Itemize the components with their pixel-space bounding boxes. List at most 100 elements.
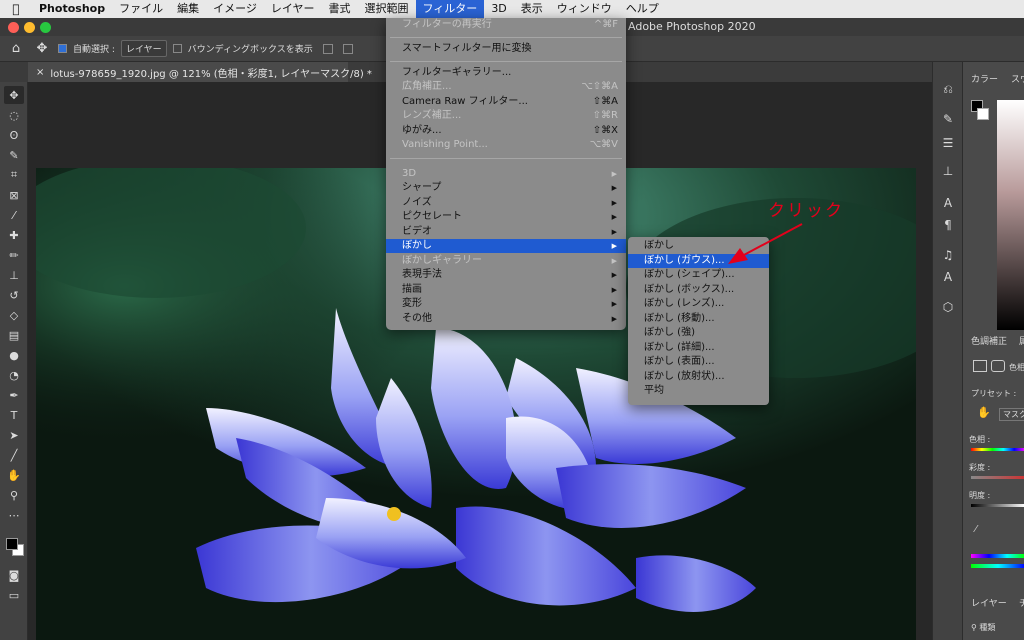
- frame-tool-icon[interactable]: ⊠: [4, 186, 24, 204]
- close-tab-icon[interactable]: ×: [36, 67, 44, 78]
- lasso-tool-icon[interactable]: ʘ: [4, 126, 24, 144]
- menu-item-render[interactable]: 描画 ▶: [386, 283, 626, 297]
- eraser-tool-icon[interactable]: ◇: [4, 306, 24, 324]
- dodge-tool-icon[interactable]: ◔: [4, 366, 24, 384]
- color-field[interactable]: [997, 100, 1024, 330]
- history-brush-tool-icon[interactable]: ↺: [4, 286, 24, 304]
- menu-item-3d[interactable]: 3D ▶: [386, 167, 626, 181]
- menu-item-video[interactable]: ビデオ ▶: [386, 225, 626, 239]
- move-tool-icon[interactable]: ✥: [4, 86, 24, 104]
- color-background-swatch[interactable]: [977, 108, 989, 120]
- menu-item-adaptive-wide-angle[interactable]: 広角補正... ⌥⇧⌘A: [386, 80, 626, 94]
- close-window-button[interactable]: [8, 22, 19, 33]
- submenu-item-lens-blur[interactable]: ぼかし (レンズ)...: [628, 297, 769, 311]
- submenu-item-motion-blur[interactable]: ぼかし (移動)...: [628, 312, 769, 326]
- submenu-item-smart-blur[interactable]: ぼかし (詳細)...: [628, 341, 769, 355]
- home-icon[interactable]: ⌂: [6, 40, 26, 58]
- tab-color[interactable]: カラー: [963, 70, 998, 90]
- menu-help[interactable]: ヘルプ: [619, 0, 666, 18]
- menu-item-blur-gallery[interactable]: ぼかしギャラリー ▶: [386, 254, 626, 268]
- saturation-slider[interactable]: [971, 476, 1024, 479]
- healing-brush-tool-icon[interactable]: ✚: [4, 226, 24, 244]
- align-left-icon[interactable]: [322, 43, 333, 54]
- pen-tool-icon[interactable]: ✒: [4, 386, 24, 404]
- menu-item-filter-gallery[interactable]: フィルターギャラリー...: [386, 66, 626, 80]
- submenu-item-surface-blur[interactable]: ぼかし (表面)...: [628, 355, 769, 369]
- brush-panel-icon[interactable]: ✎: [939, 110, 957, 128]
- quick-select-tool-icon[interactable]: ✎: [4, 146, 24, 164]
- eyedropper-icon[interactable]: ⁄: [975, 524, 977, 535]
- clone-stamp-tool-icon[interactable]: ⊥: [4, 266, 24, 284]
- mask-icon[interactable]: [991, 360, 1005, 372]
- foreground-color-swatch[interactable]: [6, 538, 18, 550]
- line-tool-icon[interactable]: ╱: [4, 446, 24, 464]
- type-tool-icon[interactable]: T: [4, 406, 24, 424]
- menu-item-sharpen[interactable]: シャープ ▶: [386, 181, 626, 195]
- submenu-item-average[interactable]: 平均: [628, 384, 769, 398]
- 3d-panel-icon[interactable]: ⬡: [939, 298, 957, 316]
- menu-item-last-filter[interactable]: フィルターの再実行 ^⌘F: [386, 18, 626, 32]
- menu-window[interactable]: ウィンドウ: [550, 0, 619, 18]
- char-styles-panel-icon[interactable]: A: [939, 268, 957, 286]
- menu-filter[interactable]: フィルター: [415, 0, 485, 18]
- menu-item-pixelate[interactable]: ピクセレート ▶: [386, 210, 626, 224]
- glyphs-panel-icon[interactable]: ♫: [939, 246, 957, 264]
- menu-select[interactable]: 選択範囲: [358, 0, 416, 18]
- tab-swatches[interactable]: スウ: [1003, 70, 1024, 90]
- layer-kind-filter[interactable]: ⚲ 種類: [971, 622, 995, 633]
- bounding-box-checkbox[interactable]: [172, 44, 182, 53]
- submenu-item-box-blur[interactable]: ぼかし (ボックス)...: [628, 283, 769, 297]
- hand-icon[interactable]: ✋: [977, 406, 991, 419]
- menu-type[interactable]: 書式: [322, 0, 358, 18]
- menu-app-name[interactable]: Photoshop: [32, 0, 112, 18]
- menu-edit[interactable]: 編集: [170, 0, 206, 18]
- adjustment-layer-icon[interactable]: [973, 360, 987, 372]
- menu-item-camera-raw[interactable]: Camera Raw フィルター... ⇧⌘A: [386, 95, 626, 109]
- document-tab[interactable]: × lotus-978659_1920.jpg @ 121% (色相・彩度1, …: [28, 62, 372, 82]
- menu-file[interactable]: ファイル: [112, 0, 170, 18]
- quick-mask-icon[interactable]: ◙: [4, 566, 24, 584]
- menu-item-other[interactable]: その他 ▶: [386, 312, 626, 326]
- menu-item-distort[interactable]: 変形 ▶: [386, 297, 626, 311]
- adjustments-panel-icon[interactable]: ☰: [939, 134, 957, 152]
- apple-icon[interactable]: : [0, 2, 32, 16]
- menu-item-vanishing-point[interactable]: Vanishing Point... ⌥⌘V: [386, 138, 626, 152]
- menu-item-smart-filter[interactable]: スマートフィルター用に変換: [386, 42, 626, 56]
- menu-layer[interactable]: レイヤー: [264, 0, 322, 18]
- minimize-window-button[interactable]: [24, 22, 35, 33]
- brush-tool-icon[interactable]: ✏: [4, 246, 24, 264]
- eyedropper-tool-icon[interactable]: ⁄: [4, 206, 24, 224]
- tab-layers[interactable]: レイヤー: [963, 594, 1007, 614]
- path-select-tool-icon[interactable]: ➤: [4, 426, 24, 444]
- auto-select-target-dropdown[interactable]: レイヤー: [120, 40, 167, 57]
- tab-adjustments[interactable]: 色調補正: [963, 332, 1007, 352]
- hand-tool-icon[interactable]: ✋: [4, 466, 24, 484]
- menu-view[interactable]: 表示: [514, 0, 550, 18]
- marquee-tool-icon[interactable]: ◌: [4, 106, 24, 124]
- history-panel-icon[interactable]: ⎌: [939, 80, 957, 98]
- mask-dropdown[interactable]: マスク: [999, 408, 1024, 421]
- tab-properties[interactable]: 属: [1011, 332, 1024, 352]
- menu-item-liquify[interactable]: ゆがみ... ⇧⌘X: [386, 124, 626, 138]
- paragraph-panel-icon[interactable]: ¶: [939, 216, 957, 234]
- submenu-item-shape-blur[interactable]: ぼかし (シェイプ)...: [628, 268, 769, 282]
- crop-tool-icon[interactable]: ⌗: [4, 166, 24, 184]
- menu-3d[interactable]: 3D: [484, 0, 513, 18]
- blur-tool-icon[interactable]: ●: [4, 346, 24, 364]
- move-tool-preset-icon[interactable]: ✥: [32, 40, 52, 58]
- menu-item-stylize[interactable]: 表現手法 ▶: [386, 268, 626, 282]
- tab-channels[interactable]: チ: [1011, 594, 1024, 614]
- character-panel-icon[interactable]: A: [939, 194, 957, 212]
- more-tools-icon[interactable]: ⋯: [4, 506, 24, 524]
- clone-source-panel-icon[interactable]: ⊥: [939, 162, 957, 180]
- submenu-item-radial-blur[interactable]: ぼかし (放射状)...: [628, 370, 769, 384]
- gradient-tool-icon[interactable]: ▤: [4, 326, 24, 344]
- zoom-window-button[interactable]: [40, 22, 51, 33]
- menu-item-lens-correction[interactable]: レンズ補正... ⇧⌘R: [386, 109, 626, 123]
- menu-image[interactable]: イメージ: [206, 0, 264, 18]
- auto-select-checkbox[interactable]: [58, 44, 67, 53]
- zoom-tool-icon[interactable]: ⚲: [4, 486, 24, 504]
- menu-item-blur[interactable]: ぼかし ▶: [386, 239, 626, 253]
- lightness-slider[interactable]: [971, 504, 1024, 507]
- hue-slider[interactable]: [971, 448, 1024, 451]
